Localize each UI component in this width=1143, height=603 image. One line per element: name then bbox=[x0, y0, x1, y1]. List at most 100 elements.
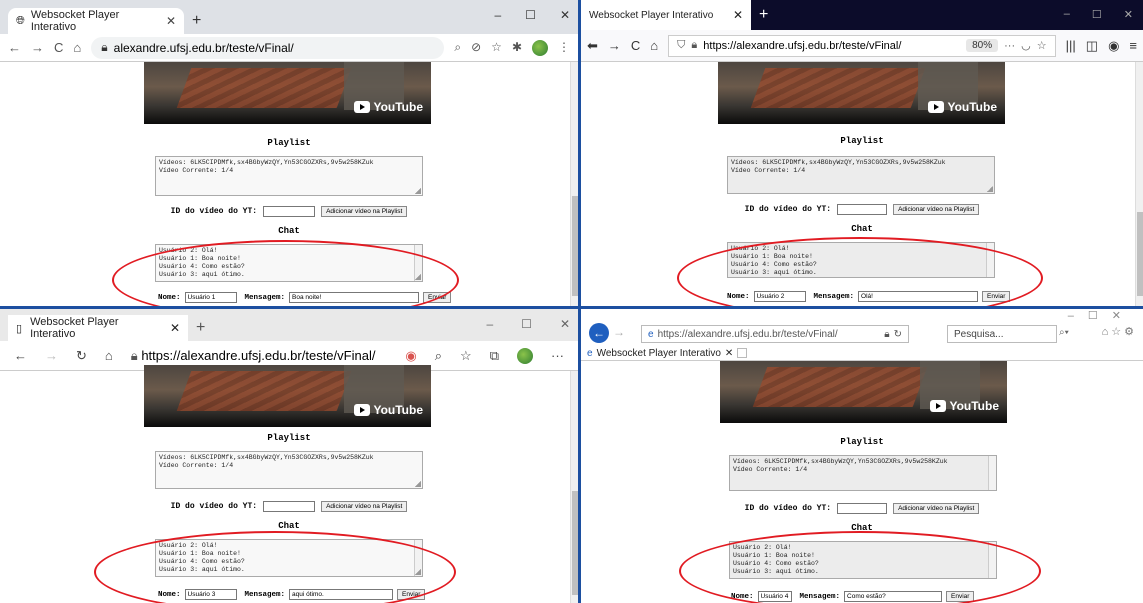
chat-heading: Chat bbox=[278, 521, 300, 531]
new-tab-icon[interactable]: + bbox=[192, 12, 201, 30]
close-window-icon[interactable]: ✕ bbox=[560, 8, 570, 22]
maximize-icon[interactable]: ☐ bbox=[521, 317, 532, 331]
playlist-textarea[interactable]: Vídeos: 6LK5CIPDMfk,sx4BGbyWzQY,Yn53CGOZ… bbox=[729, 455, 997, 491]
extensions-icon[interactable]: ✱ bbox=[512, 40, 522, 56]
video-player[interactable]: YouTube bbox=[144, 365, 431, 427]
video-player[interactable]: YouTube bbox=[718, 62, 1005, 124]
refresh-icon[interactable]: ↻ bbox=[894, 329, 902, 340]
video-id-input[interactable] bbox=[263, 206, 316, 217]
sidebar-icon[interactable]: ◫ bbox=[1086, 38, 1098, 54]
new-tab-icon[interactable]: + bbox=[196, 319, 205, 337]
zoom-badge[interactable]: 80% bbox=[966, 39, 999, 52]
playlist-scrollbar[interactable] bbox=[988, 456, 996, 490]
page-scrollbar[interactable] bbox=[1135, 62, 1143, 306]
address-bar[interactable]: 🔒︎ https://alexandre.ufsj.edu.br/teste/v… bbox=[131, 348, 388, 364]
account-icon[interactable]: ◉ bbox=[1108, 38, 1119, 54]
playlist-textarea[interactable]: Vídeos: 6LK5CIPDMfk,sx4BGbyWzQY,Yn53CGOZ… bbox=[727, 156, 995, 194]
youtube-logo[interactable]: YouTube bbox=[354, 100, 423, 114]
add-video-button[interactable]: Adicionar vídeo na Playlist bbox=[893, 204, 980, 215]
menu-icon[interactable]: ⋮ bbox=[558, 40, 570, 56]
zoom-icon[interactable]: ⌕ bbox=[454, 40, 461, 56]
home-icon[interactable]: ⌂ bbox=[650, 38, 658, 53]
youtube-logo[interactable]: YouTube bbox=[930, 399, 999, 413]
star-icon[interactable]: ☆ bbox=[491, 40, 502, 56]
profile-avatar[interactable] bbox=[532, 39, 548, 56]
add-video-button[interactable]: Adicionar vídeo na Playlist bbox=[893, 503, 980, 514]
lock-icon: 🔒︎ bbox=[130, 347, 138, 363]
reload-icon[interactable]: C bbox=[631, 38, 640, 53]
star-icon[interactable]: ☆ bbox=[1037, 39, 1047, 52]
forward-icon[interactable]: → bbox=[608, 38, 621, 53]
video-player[interactable]: YouTube bbox=[144, 62, 431, 124]
playlist-text: Vídeos: 6LK5CIPDMfk,sx4BGbyWzQY,Yn53CGOZ… bbox=[733, 458, 948, 473]
resize-handle[interactable] bbox=[415, 188, 421, 194]
close-window-icon[interactable]: ✕ bbox=[1124, 8, 1133, 21]
close-tab-icon[interactable]: ✕ bbox=[725, 348, 733, 359]
new-tab-icon[interactable]: + bbox=[759, 6, 768, 24]
youtube-logo[interactable]: YouTube bbox=[928, 100, 997, 114]
page-scrollbar[interactable] bbox=[570, 371, 578, 603]
video-id-input[interactable] bbox=[837, 503, 888, 514]
resize-handle[interactable] bbox=[415, 481, 421, 487]
home-icon[interactable]: ⌂ bbox=[105, 348, 113, 363]
add-video-button[interactable]: Adicionar vídeo na Playlist bbox=[321, 206, 408, 217]
address-bar[interactable]: 🔒︎ alexandre.ufsj.edu.br/teste/vFinal/ bbox=[91, 36, 445, 59]
collections-icon[interactable]: ⧉ bbox=[490, 348, 499, 364]
profile-avatar[interactable] bbox=[517, 347, 533, 364]
video-player[interactable]: YouTube bbox=[720, 361, 1007, 423]
close-tab-icon[interactable]: ✕ bbox=[733, 8, 743, 22]
page-scrollbar[interactable] bbox=[570, 62, 578, 306]
reload-icon[interactable]: C bbox=[54, 40, 63, 55]
new-tab-icon[interactable] bbox=[737, 348, 748, 358]
video-id-input[interactable] bbox=[837, 204, 888, 215]
back-icon[interactable]: ← bbox=[589, 323, 609, 343]
search-icon[interactable]: ⌕▾ bbox=[1059, 327, 1069, 338]
back-icon[interactable]: ⬅ bbox=[587, 38, 598, 54]
browser-tab[interactable]: e Websocket Player Interativo ✕ bbox=[587, 345, 748, 361]
browser-tab[interactable]: 🌐︎ Websocket Player Interativo ✕ bbox=[8, 8, 184, 34]
menu-icon[interactable]: ≡ bbox=[1129, 38, 1137, 53]
ie-window-user4: ← → e https://alexandre.ufsj.edu.br/test… bbox=[581, 309, 1143, 603]
browser-tab[interactable]: ▯ Websocket Player Interativo ✕ bbox=[8, 315, 188, 341]
search-box[interactable]: Pesquisa... bbox=[947, 325, 1057, 343]
minimize-icon[interactable]: – bbox=[494, 8, 501, 22]
playlist-heading: Playlist bbox=[267, 138, 311, 148]
address-bar[interactable]: ⛉ 🔒︎ https://alexandre.ufsj.edu.br/teste… bbox=[668, 34, 1056, 57]
chrome-window-user1: 🌐︎ Websocket Player Interativo ✕ + – ☐ ✕… bbox=[0, 0, 578, 306]
maximize-icon[interactable]: ☐ bbox=[525, 8, 536, 22]
eye-slash-icon[interactable]: ⊘ bbox=[471, 40, 481, 56]
browser-tab[interactable]: Websocket Player Interativo ✕ bbox=[581, 0, 751, 30]
refresh-icon[interactable]: ↻ bbox=[76, 348, 87, 364]
forward-icon[interactable]: → bbox=[613, 325, 625, 339]
library-icon[interactable]: ||| bbox=[1066, 38, 1076, 53]
playlist-textarea[interactable]: Vídeos: 6LK5CIPDMfk,sx4BGbyWzQY,Yn53CGOZ… bbox=[155, 451, 423, 489]
lock-icon: 🔒︎ bbox=[691, 39, 698, 51]
more-icon[interactable]: ··· bbox=[551, 348, 564, 363]
zoom-icon[interactable]: ⌕ bbox=[435, 348, 442, 364]
forward-icon[interactable]: → bbox=[45, 348, 58, 363]
minimize-icon[interactable]: – bbox=[486, 317, 493, 331]
close-tab-icon[interactable]: ✕ bbox=[166, 14, 176, 28]
resize-handle[interactable] bbox=[987, 186, 993, 192]
page-content: YouTube Playlist Vídeos: 6LK5CIPDMfk,sx4… bbox=[0, 365, 578, 603]
forward-icon[interactable]: → bbox=[31, 40, 44, 55]
add-video-button[interactable]: Adicionar vídeo na Playlist bbox=[321, 501, 408, 512]
annotation-ellipse bbox=[94, 531, 456, 603]
maximize-icon[interactable]: ☐ bbox=[1092, 8, 1102, 21]
minimize-icon[interactable]: – bbox=[1064, 8, 1070, 21]
page-actions-icon[interactable]: ··· bbox=[1004, 40, 1015, 52]
page-icon: ▯ bbox=[16, 322, 23, 335]
pocket-icon[interactable]: ◡ bbox=[1021, 39, 1031, 52]
home-icon[interactable]: ⌂ bbox=[73, 40, 81, 55]
video-id-input[interactable] bbox=[263, 501, 316, 512]
tracking-icon[interactable]: ◉ bbox=[405, 348, 416, 364]
youtube-logo[interactable]: YouTube bbox=[354, 403, 423, 417]
back-icon[interactable]: ← bbox=[14, 348, 27, 363]
tab-title: Websocket Player Interativo bbox=[30, 316, 119, 340]
back-icon[interactable]: ← bbox=[8, 40, 21, 55]
address-bar[interactable]: e https://alexandre.ufsj.edu.br/teste/vF… bbox=[641, 325, 909, 343]
playlist-textarea[interactable]: Vídeos: 6LK5CIPDMfk,sx4BGbyWzQY,Yn53CGOZ… bbox=[155, 156, 423, 196]
close-window-icon[interactable]: ✕ bbox=[560, 317, 570, 331]
close-tab-icon[interactable]: ✕ bbox=[170, 321, 180, 335]
favorite-icon[interactable]: ☆ bbox=[460, 348, 472, 364]
